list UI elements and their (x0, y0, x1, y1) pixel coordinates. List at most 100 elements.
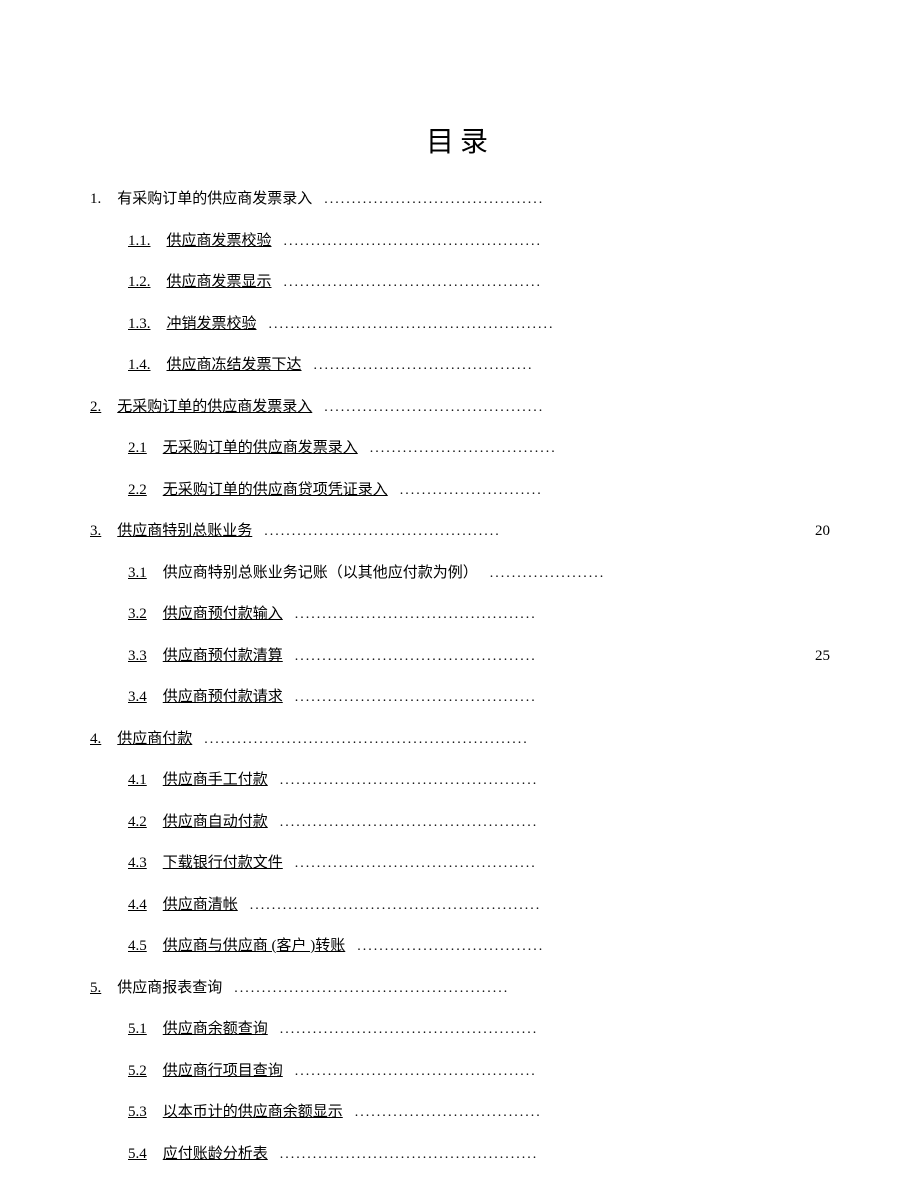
toc-entry[interactable]: 1.1.供应商发票校验.............................… (90, 230, 830, 253)
toc-entry-number: 5.1 (128, 1018, 147, 1041)
toc-entry-number: 2.1 (128, 437, 147, 460)
toc-entry-number: 3.2 (128, 603, 147, 626)
toc-entry-left: 2.2无采购订单的供应商贷项凭证录入......................… (128, 479, 543, 502)
toc-leader-dots: ........................................… (280, 1144, 539, 1165)
toc-leader-dots: ........................................… (269, 314, 555, 335)
toc-entry[interactable]: 1.4.供应商冻结发票下达...........................… (90, 354, 830, 377)
toc-entry-label: 供应商行项目查询 (163, 1060, 283, 1083)
toc-entry-label: 供应商发票校验 (167, 230, 272, 253)
toc-entry[interactable]: 4.2供应商自动付款..............................… (90, 811, 830, 834)
toc-entry-number: 1. (90, 188, 101, 211)
toc-leader-dots: ........................................… (250, 895, 542, 916)
toc-entry[interactable]: 2.无采购订单的供应商发票录入.........................… (90, 396, 830, 419)
toc-entry-left: 1.3. 冲销发票校验..............................… (128, 313, 555, 336)
toc-entry-label: 供应商清帐 (163, 894, 238, 917)
toc-entry-label: 无采购订单的供应商发票录入 (117, 396, 312, 419)
toc-entry-label: 下载银行付款文件 (163, 852, 283, 875)
toc-entry-label: 供应商预付款清算 (163, 645, 283, 668)
toc-entry[interactable]: 3.4供应商预付款请求.............................… (90, 686, 830, 709)
toc-entry-left: 1.2. 供应商发票显示.............................… (128, 271, 542, 294)
toc-entry-label: 供应商特别总账业务记账（以其他应付款为例） (163, 562, 478, 585)
toc-entry-left: 3.供应商特别总账业务.............................… (90, 520, 501, 543)
toc-entry-left: 4.3 下载银行付款文件.............................… (128, 852, 537, 875)
toc-entry[interactable]: 5.3 以本币计的供应商余额显示.........................… (90, 1101, 830, 1124)
toc-entry-number: 5.3 (128, 1101, 147, 1124)
toc-entry[interactable]: 5.1 供应商余额查询..............................… (90, 1018, 830, 1041)
toc-entry-left: 5.3 以本币计的供应商余额显示.........................… (128, 1101, 542, 1124)
toc-leader-dots: ........................................… (280, 812, 539, 833)
toc-entry-label: 供应商预付款请求 (163, 686, 283, 709)
toc-entry-left: 1.4.供应商冻结发票下达...........................… (128, 354, 534, 377)
toc-entry[interactable]: 4.5供应商与供应商 (客户 )转账......................… (90, 935, 830, 958)
toc-entry-number: 4.4 (128, 894, 147, 917)
toc-entry[interactable]: 2.1无采购订单的供应商发票录入........................… (90, 437, 830, 460)
toc-leader-dots: ........................................ (324, 189, 544, 210)
toc-entry-number: 3. (90, 520, 101, 543)
toc-entry[interactable]: 5.4应付账龄分析表..............................… (90, 1143, 830, 1166)
toc-entry-label: 无采购订单的供应商发票录入 (163, 437, 358, 460)
toc-entry-number: 3.4 (128, 686, 147, 709)
toc-entry-left: 5. 供应商报表查询...............................… (90, 977, 509, 1000)
toc-entry-label: 供应商付款 (117, 728, 192, 751)
toc-entry[interactable]: 1.3. 冲销发票校验..............................… (90, 313, 830, 336)
toc-entry-label: 供应商报表查询 (117, 977, 222, 1000)
toc-entry-left: 3.2 供应商预付款输入.............................… (128, 603, 537, 626)
toc-entry-number: 1.1. (128, 230, 151, 253)
toc-entry-left: 5.1 供应商余额查询..............................… (128, 1018, 538, 1041)
toc-leader-dots: ........................................… (295, 853, 537, 874)
toc-leader-dots: .......................... (400, 480, 543, 501)
toc-entry-number: 5. (90, 977, 101, 1000)
toc-entry-left: 2.无采购订单的供应商发票录入.........................… (90, 396, 544, 419)
toc-entry-left: 3.3 供应商预付款清算.............................… (128, 645, 537, 668)
toc-title: 目录 (90, 120, 830, 160)
toc-entry-number: 4.3 (128, 852, 147, 875)
toc-entry-label: 以本币计的供应商余额显示 (163, 1101, 343, 1124)
toc-entry-left: 4.5供应商与供应商 (客户 )转账......................… (128, 935, 544, 958)
toc-entry-number: 1.3. (128, 313, 151, 336)
toc-leader-dots: ........................................… (295, 604, 537, 625)
toc-entry[interactable]: 3.3 供应商预付款清算.............................… (90, 645, 830, 668)
toc-entry-left: 4.供应商付款.................................… (90, 728, 529, 751)
toc-entry-label: 供应商预付款输入 (163, 603, 283, 626)
toc-entry-label: 供应商余额查询 (163, 1018, 268, 1041)
toc-entry[interactable]: 4.供应商付款.................................… (90, 728, 830, 751)
toc-leader-dots: ........................................ (314, 355, 534, 376)
toc-entry-left: 2.1无采购订单的供应商发票录入........................… (128, 437, 557, 460)
toc-entry-number: 1.2. (128, 271, 151, 294)
toc-entry[interactable]: 3.1供应商特别总账业务记账（以其他应付款为例）................… (90, 562, 830, 585)
toc-entry-number: 4.1 (128, 769, 147, 792)
toc-page-number: 20 (795, 520, 830, 543)
toc-leader-dots: ........................................… (234, 978, 509, 999)
toc-leader-dots: ........................................… (284, 272, 543, 293)
toc-entry[interactable]: 2.2无采购订单的供应商贷项凭证录入......................… (90, 479, 830, 502)
toc-entry[interactable]: 4.1供应商手工付款..............................… (90, 769, 830, 792)
toc-entry[interactable]: 4.3 下载银行付款文件.............................… (90, 852, 830, 875)
toc-entry-label: 有采购订单的供应商发票录入 (117, 188, 312, 211)
toc-entry-number: 3.1 (128, 562, 147, 585)
toc-entry-label: 应付账龄分析表 (163, 1143, 268, 1166)
toc-entry-left: 5.2供应商行项目查询.............................… (128, 1060, 537, 1083)
toc-entry[interactable]: 5.2供应商行项目查询.............................… (90, 1060, 830, 1083)
toc-leader-dots: .................................. (355, 1102, 542, 1123)
toc-entry[interactable]: 1.2. 供应商发票显示.............................… (90, 271, 830, 294)
toc-leader-dots: ........................................… (280, 1019, 539, 1040)
toc-entry-left: 3.1供应商特别总账业务记账（以其他应付款为例）................… (128, 562, 605, 585)
toc-list: 1. 有采购订单的供应商发票录入.........................… (90, 188, 830, 1165)
toc-entry-label: 供应商发票显示 (167, 271, 272, 294)
toc-entry[interactable]: 5. 供应商报表查询...............................… (90, 977, 830, 1000)
toc-page-number: 25 (795, 645, 830, 668)
toc-entry[interactable]: 3.2 供应商预付款输入.............................… (90, 603, 830, 626)
toc-entry-left: 1. 有采购订单的供应商发票录入.........................… (90, 188, 544, 211)
toc-entry[interactable]: 1. 有采购订单的供应商发票录入.........................… (90, 188, 830, 211)
toc-entry[interactable]: 3.供应商特别总账业务.............................… (90, 520, 830, 543)
toc-leader-dots: ........................................… (204, 729, 529, 750)
toc-entry-number: 4.5 (128, 935, 147, 958)
toc-entry[interactable]: 4.4 供应商清帐................................… (90, 894, 830, 917)
toc-entry-number: 3.3 (128, 645, 147, 668)
toc-entry-left: 1.1.供应商发票校验.............................… (128, 230, 542, 253)
toc-entry-label: 冲销发票校验 (167, 313, 257, 336)
toc-entry-number: 4.2 (128, 811, 147, 834)
toc-leader-dots: ........................................… (295, 646, 537, 667)
toc-entry-number: 2. (90, 396, 101, 419)
toc-entry-number: 2.2 (128, 479, 147, 502)
